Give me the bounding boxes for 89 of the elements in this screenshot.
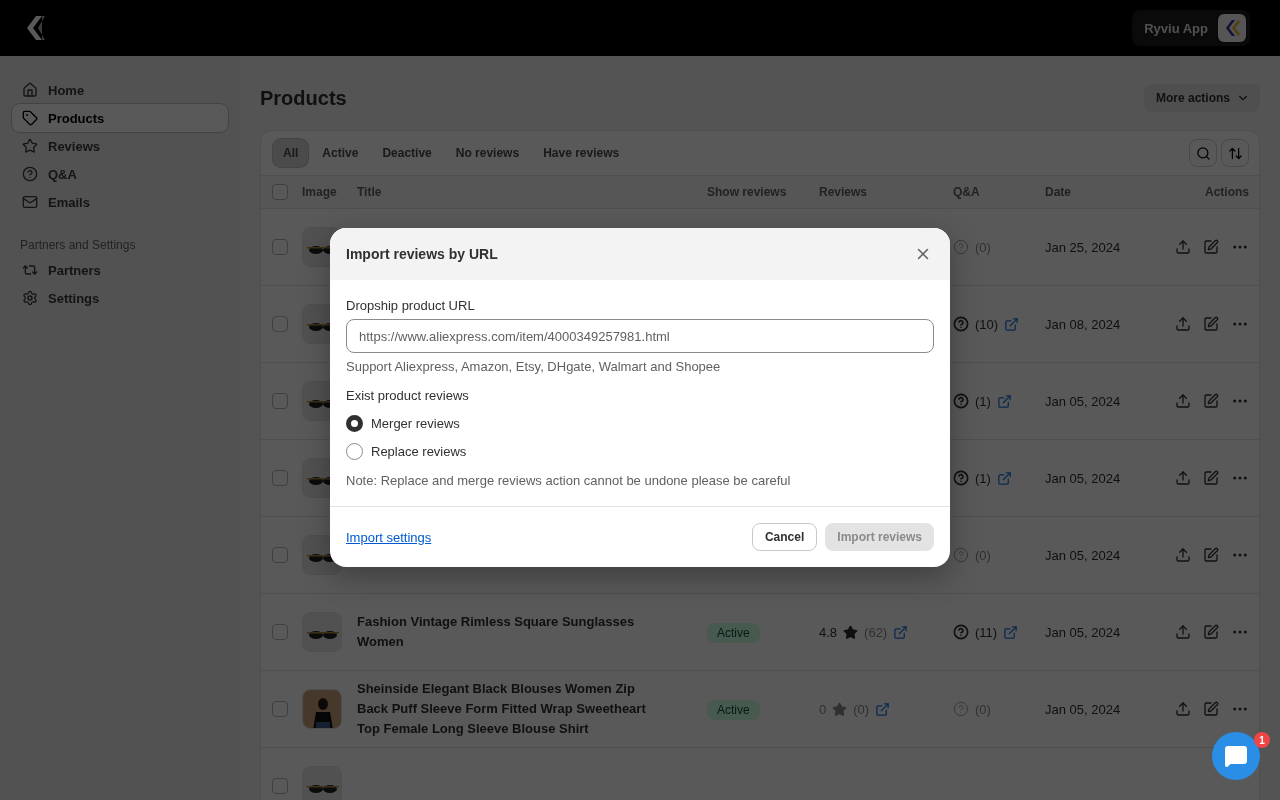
sidebar-item[interactable]: Home: [12, 76, 228, 104]
checkbox[interactable]: [272, 470, 288, 486]
edit-icon[interactable]: [1203, 393, 1219, 409]
search-icon: [1195, 145, 1211, 161]
upload-icon[interactable]: [1175, 701, 1191, 717]
status-badge: Active: [707, 700, 760, 720]
checkbox[interactable]: [272, 547, 288, 563]
mail-icon: [22, 194, 38, 210]
external-link-icon[interactable]: [996, 470, 1012, 486]
sort-icon: [1227, 145, 1243, 161]
checkbox[interactable]: [272, 778, 288, 794]
radio-button[interactable]: [346, 442, 363, 460]
edit-icon[interactable]: [1203, 547, 1219, 563]
filter-tab[interactable]: Have reviews: [533, 139, 630, 167]
product-title: Sheinside Elegant Black Blouses Women Zip Back Puff Sleeve Form Fitted Wrap Sweetheart Top Female Long Sleeve Blouse Shirt: [357, 680, 647, 738]
upload-icon[interactable]: [1175, 239, 1191, 255]
sort-button[interactable]: [1221, 139, 1249, 167]
tag-icon: [22, 110, 38, 126]
logo-icon: [24, 14, 46, 42]
sidebar-item[interactable]: Settings: [12, 284, 228, 312]
page-title: Products: [260, 86, 347, 110]
help-text: Support Aliexpress, Amazon, Etsy, DHgate, Walmart and Shopee: [346, 359, 722, 374]
date-text: Jan 05, 2024: [1045, 625, 1121, 640]
notification-badge: 1: [1254, 732, 1270, 748]
radio-label: Replace reviews: [371, 443, 467, 459]
url-input[interactable]: https://www.aliexpress.com/item/4000349257981.html: [346, 319, 934, 353]
import-settings-link[interactable]: Import settings: [346, 529, 432, 545]
star-icon: [832, 701, 848, 717]
radio-label: Merger reviews: [371, 415, 460, 431]
external-link-icon[interactable]: [893, 624, 909, 640]
edit-icon[interactable]: [1203, 701, 1219, 717]
sidebar-item[interactable]: Reviews: [12, 132, 228, 160]
external-link-icon[interactable]: [1003, 624, 1019, 640]
note-text: Note: Replace and merge reviews action cannot be undone please be careful: [346, 473, 792, 488]
checkbox[interactable]: [272, 701, 288, 717]
upload-icon[interactable]: [1175, 470, 1191, 486]
app-name: Ryviu App: [1144, 20, 1208, 36]
qa-count: (1): [975, 470, 991, 486]
edit-icon[interactable]: [1203, 316, 1219, 332]
upload-icon[interactable]: [1175, 547, 1191, 563]
checkbox[interactable]: [272, 239, 288, 255]
swap-icon: [22, 262, 38, 278]
date-text: Jan 08, 2024: [1045, 317, 1121, 332]
filter-tab[interactable]: Deactive: [372, 139, 442, 167]
date-text: Jan 05, 2024: [1045, 394, 1121, 409]
upload-icon[interactable]: [1175, 393, 1191, 409]
more-actions-button[interactable]: More actions: [1144, 84, 1260, 112]
search-button[interactable]: [1189, 139, 1217, 167]
qa-count: (11): [975, 624, 998, 640]
sidebar-item[interactable]: Products: [12, 104, 228, 132]
radio-button[interactable]: [346, 414, 363, 432]
app-switcher[interactable]: Ryviu App: [1132, 10, 1250, 46]
help-icon: [22, 166, 38, 182]
checkbox[interactable]: [272, 316, 288, 332]
field-label: Exist product reviews: [346, 388, 470, 403]
status-badge: Active: [707, 623, 760, 643]
filter-tab[interactable]: Active: [312, 139, 369, 167]
checkbox[interactable]: [272, 184, 288, 200]
settings-icon: [22, 290, 38, 306]
product-title: Fashion Vintage Rimless Square Sunglasses Women: [357, 613, 636, 651]
home-icon: [22, 82, 38, 98]
sidebar-item[interactable]: Q&A: [12, 160, 228, 188]
sidebar-item[interactable]: Partners: [12, 256, 228, 284]
rating-value: 4.8: [819, 624, 838, 640]
chat-icon: [1224, 744, 1248, 768]
external-link-icon[interactable]: [996, 393, 1012, 409]
dialog-title: Import reviews by URL: [346, 246, 498, 262]
star-icon: [843, 624, 859, 640]
edit-icon[interactable]: [1203, 470, 1219, 486]
filter-tab[interactable]: No reviews: [445, 139, 530, 167]
upload-icon[interactable]: [1175, 624, 1191, 640]
cancel-button[interactable]: Cancel: [751, 523, 818, 551]
field-label: Dropship product URL: [346, 298, 476, 313]
date-text: Jan 05, 2024: [1045, 548, 1121, 563]
checkbox[interactable]: [272, 393, 288, 409]
qa-count: (10): [975, 316, 999, 332]
date-text: Jan 05, 2024: [1045, 702, 1121, 717]
date-text: Jan 05, 2024: [1045, 471, 1121, 486]
edit-icon[interactable]: [1203, 239, 1219, 255]
date-text: Jan 25, 2024: [1045, 240, 1121, 255]
external-link-icon[interactable]: [1004, 316, 1020, 332]
external-link-icon[interactable]: [875, 701, 891, 717]
star-icon: [22, 138, 38, 154]
qa-count: (1): [975, 393, 991, 409]
sidebar-item[interactable]: Emails: [12, 188, 228, 216]
checkbox[interactable]: [272, 624, 288, 640]
edit-icon[interactable]: [1203, 624, 1219, 640]
upload-icon[interactable]: [1175, 316, 1191, 332]
app-logo-icon: [1218, 14, 1246, 42]
